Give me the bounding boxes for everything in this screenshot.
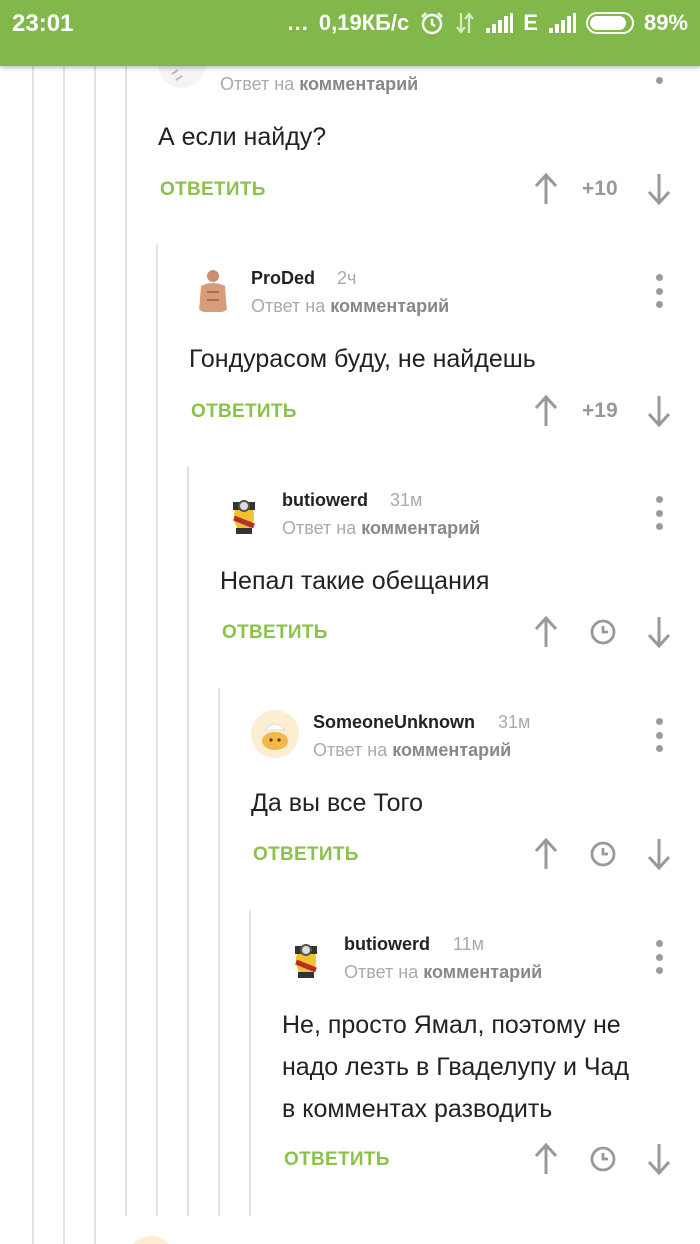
comment-time: 31м	[498, 712, 531, 732]
reply-to-link[interactable]: комментарий	[299, 74, 418, 94]
clock-time: 23:01	[12, 10, 74, 37]
notification-dots: ...	[287, 10, 309, 35]
reply-button[interactable]: ОТВЕТИТЬ	[160, 179, 266, 201]
comment-text-line: надо лезть в Гваделупу и Чад	[282, 1053, 630, 1081]
thread-line	[63, 66, 65, 1244]
status-icons: ... 0,19КБ/с E 89%	[288, 10, 688, 36]
comment-menu-button[interactable]	[653, 940, 665, 974]
alarm-icon	[419, 10, 445, 36]
clock-icon	[589, 1145, 617, 1178]
data-transfer-icon	[455, 11, 475, 35]
battery-percent: 89%	[643, 10, 688, 35]
reply-button[interactable]: ОТВЕТИТЬ	[253, 844, 359, 866]
author-name[interactable]: ProDed	[251, 268, 315, 289]
signal-icon	[485, 12, 514, 34]
battery-icon	[585, 12, 634, 34]
author-name[interactable]: SomeoneUnknown	[313, 712, 475, 733]
reply-to-link[interactable]: комментарий	[330, 296, 449, 316]
avatar[interactable]	[189, 266, 237, 314]
thread-line	[125, 66, 127, 1216]
reply-to-label: Ответ на комментарий	[344, 962, 543, 982]
thread-line	[187, 466, 189, 1216]
avatar[interactable]	[251, 710, 299, 758]
comment-time: 11м	[453, 934, 485, 954]
vote-up-button[interactable]	[534, 837, 558, 876]
reply-to-link[interactable]: комментарий	[423, 962, 542, 982]
comment-text: Да вы все Того	[251, 789, 424, 817]
author-name[interactable]: butiowerd	[282, 490, 368, 511]
battery-level	[589, 16, 626, 30]
reply-to-link[interactable]: комментарий	[361, 518, 480, 538]
thread-line	[249, 910, 251, 1216]
comment-score: +10	[582, 177, 618, 200]
network-speed: 0,19КБ/с	[318, 10, 410, 35]
comment-menu-button[interactable]	[653, 718, 665, 752]
comment-text-line: в комментах разводить	[282, 1095, 553, 1123]
clock-icon	[589, 618, 617, 651]
comment-time: 2ч	[337, 268, 357, 288]
reply-to-label: Ответ на комментарий	[282, 518, 481, 538]
reply-to-label: Ответ на комментарий	[251, 296, 450, 316]
comment-text: Непал такие обещания	[220, 567, 490, 595]
reply-to-link[interactable]: комментарий	[392, 740, 511, 760]
signal-icon-2	[548, 12, 576, 34]
thread-line	[32, 66, 34, 1244]
thread-line	[156, 244, 158, 1216]
reply-button[interactable]: ОТВЕТИТЬ	[191, 401, 297, 423]
clock-icon	[589, 840, 617, 873]
network-type: E	[523, 10, 538, 35]
vote-up-button[interactable]	[534, 394, 558, 433]
comment-text-line: Не, просто Ямал, поэтому не	[282, 1011, 621, 1039]
author-name[interactable]: butiowerd	[344, 934, 430, 955]
vote-down-button[interactable]	[647, 172, 671, 211]
comment-text: А если найду?	[158, 123, 327, 151]
comment-text: Не, просто Ямал, поэтому не надо лезть в…	[282, 1004, 629, 1130]
avatar[interactable]	[282, 932, 330, 980]
avatar[interactable]	[220, 488, 268, 536]
vote-down-button[interactable]	[647, 837, 671, 876]
comment-score: +19	[582, 399, 618, 422]
reply-button[interactable]: ОТВЕТИТЬ	[222, 622, 328, 644]
vote-down-button[interactable]	[647, 394, 671, 433]
vote-up-button[interactable]	[534, 1142, 558, 1181]
comment-menu-button[interactable]	[653, 274, 665, 308]
thread-line	[94, 66, 96, 1244]
reply-to-label: Ответ на комментарий	[220, 74, 419, 94]
comment-text: Гондурасом буду, не найдешь	[189, 345, 536, 373]
vote-up-button[interactable]	[534, 615, 558, 654]
vote-down-button[interactable]	[647, 1142, 671, 1181]
reply-to-label: Ответ на комментарий	[313, 740, 512, 760]
comment-menu-button[interactable]	[653, 496, 665, 530]
thread-line	[218, 688, 220, 1216]
status-bar: 23:01 ... 0,19КБ/с E 89%	[0, 0, 700, 66]
vote-up-button[interactable]	[534, 172, 558, 211]
comment-time: 31м	[390, 490, 423, 510]
reply-button[interactable]: ОТВЕТИТЬ	[284, 1149, 390, 1171]
avatar[interactable]	[127, 1236, 175, 1244]
vote-down-button[interactable]	[647, 615, 671, 654]
